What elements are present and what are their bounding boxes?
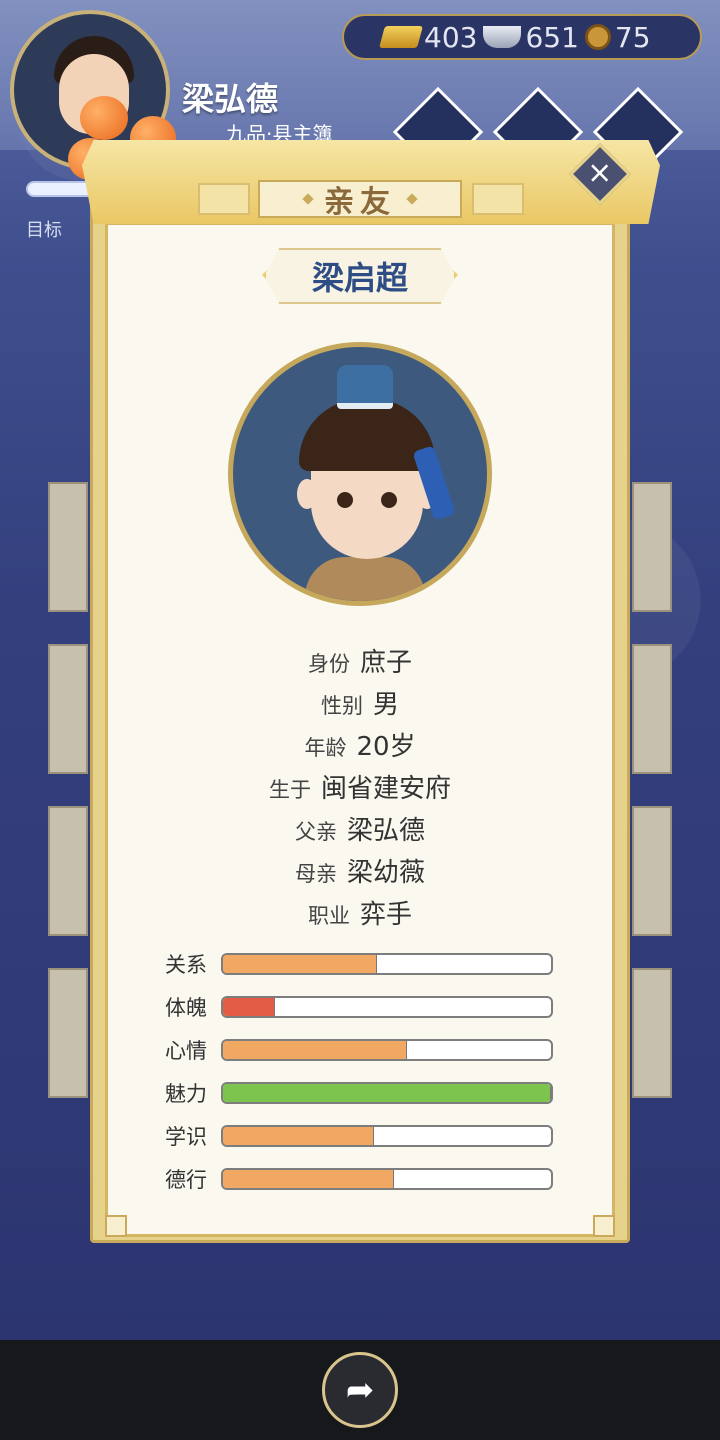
silver-value: 651 (525, 20, 579, 54)
stat-bar (221, 952, 553, 975)
background-card (48, 806, 88, 936)
stat-row: 德行 (165, 1157, 565, 1200)
character-stats: 关系 体魄 心情 魅力 学识 德行 (165, 942, 565, 1200)
player-name: 梁弘德 (182, 80, 279, 118)
stat-fill (223, 1083, 551, 1102)
background-card (48, 482, 88, 612)
close-icon: × (587, 155, 613, 191)
detail-value: 20岁 (356, 732, 416, 762)
dialog-title: 亲友 (324, 185, 396, 220)
background-card (48, 968, 88, 1098)
background-card (632, 806, 672, 936)
stat-label: 体魄 (165, 995, 207, 1020)
detail-label: 生于 (268, 778, 311, 802)
background-card (632, 968, 672, 1098)
coin-value: 75 (614, 20, 651, 54)
detail-row: 性别 男 (105, 684, 615, 726)
character-name-plate: 梁启超 (264, 248, 456, 304)
detail-row: 父亲 梁弘德 (105, 810, 615, 852)
stat-fill (223, 1040, 407, 1059)
detail-label: 性别 (320, 694, 363, 718)
stat-fill (223, 1126, 374, 1145)
stat-row: 心情 (165, 1028, 565, 1071)
stat-row: 关系 (165, 942, 565, 985)
detail-value: 男 (372, 690, 399, 720)
share-button[interactable]: ➦ (322, 1352, 398, 1428)
background-card (632, 644, 672, 774)
detail-label: 身份 (307, 652, 350, 676)
copper-coin-icon (584, 24, 611, 50)
dialog-title-plaque: 亲友 (258, 180, 462, 220)
detail-row: 身份 庶子 (105, 642, 615, 684)
detail-row: 职业 弈手 (105, 894, 615, 936)
stat-bar (221, 1081, 553, 1104)
detail-label: 母亲 (294, 862, 337, 886)
stat-label: 心情 (165, 1038, 207, 1063)
stat-label: 德行 (165, 1167, 207, 1192)
gold-counter: 403 (379, 20, 478, 54)
detail-label: 职业 (307, 904, 350, 928)
character-name: 梁启超 (311, 259, 408, 297)
stat-fill (223, 997, 276, 1016)
detail-value: 梁弘德 (346, 816, 425, 846)
detail-label: 年龄 (304, 736, 347, 760)
detail-label: 父亲 (294, 820, 337, 844)
gold-ingot-icon (379, 26, 423, 48)
stat-bar (221, 1167, 553, 1190)
plaque-ornament (198, 183, 250, 215)
detail-row: 年龄 20岁 (105, 726, 615, 768)
stat-bar (221, 1038, 553, 1061)
detail-value: 闽省建安府 (320, 774, 451, 804)
silver-ingot-icon (483, 26, 522, 48)
plaque-ornament (472, 183, 524, 215)
currency-bar: 403 651 75 (342, 14, 702, 60)
detail-row: 母亲 梁幼薇 (105, 852, 615, 894)
stat-fill (223, 1169, 394, 1188)
background-card (632, 482, 672, 612)
background-card (48, 644, 88, 774)
stat-row: 魅力 (165, 1071, 565, 1114)
silver-counter: 651 (483, 20, 579, 54)
stat-row: 体魄 (165, 985, 565, 1028)
detail-row: 生于 闽省建安府 (105, 768, 615, 810)
stat-bar (221, 995, 553, 1018)
character-details: 身份 庶子 性别 男 年龄 20岁 生于 闽省建安府 父亲 梁弘德 母亲 梁幼薇… (105, 642, 615, 936)
stat-label: 魅力 (165, 1081, 207, 1106)
stat-label: 关系 (165, 952, 207, 977)
stat-label: 学识 (165, 1124, 207, 1149)
frame-corner-ornament (593, 1215, 615, 1237)
frame-corner-ornament (105, 1215, 127, 1237)
stat-bar (221, 1124, 553, 1147)
detail-value: 弈手 (359, 900, 412, 930)
detail-value: 庶子 (359, 648, 412, 678)
detail-value: 梁幼薇 (346, 858, 425, 888)
gold-value: 403 (424, 20, 478, 54)
stat-fill (223, 954, 378, 973)
stat-row: 学识 (165, 1114, 565, 1157)
share-icon: ➦ (345, 1370, 375, 1410)
coin-counter: 75 (584, 20, 651, 54)
character-portrait (228, 342, 492, 606)
goal-label[interactable]: 目标 (26, 216, 62, 242)
